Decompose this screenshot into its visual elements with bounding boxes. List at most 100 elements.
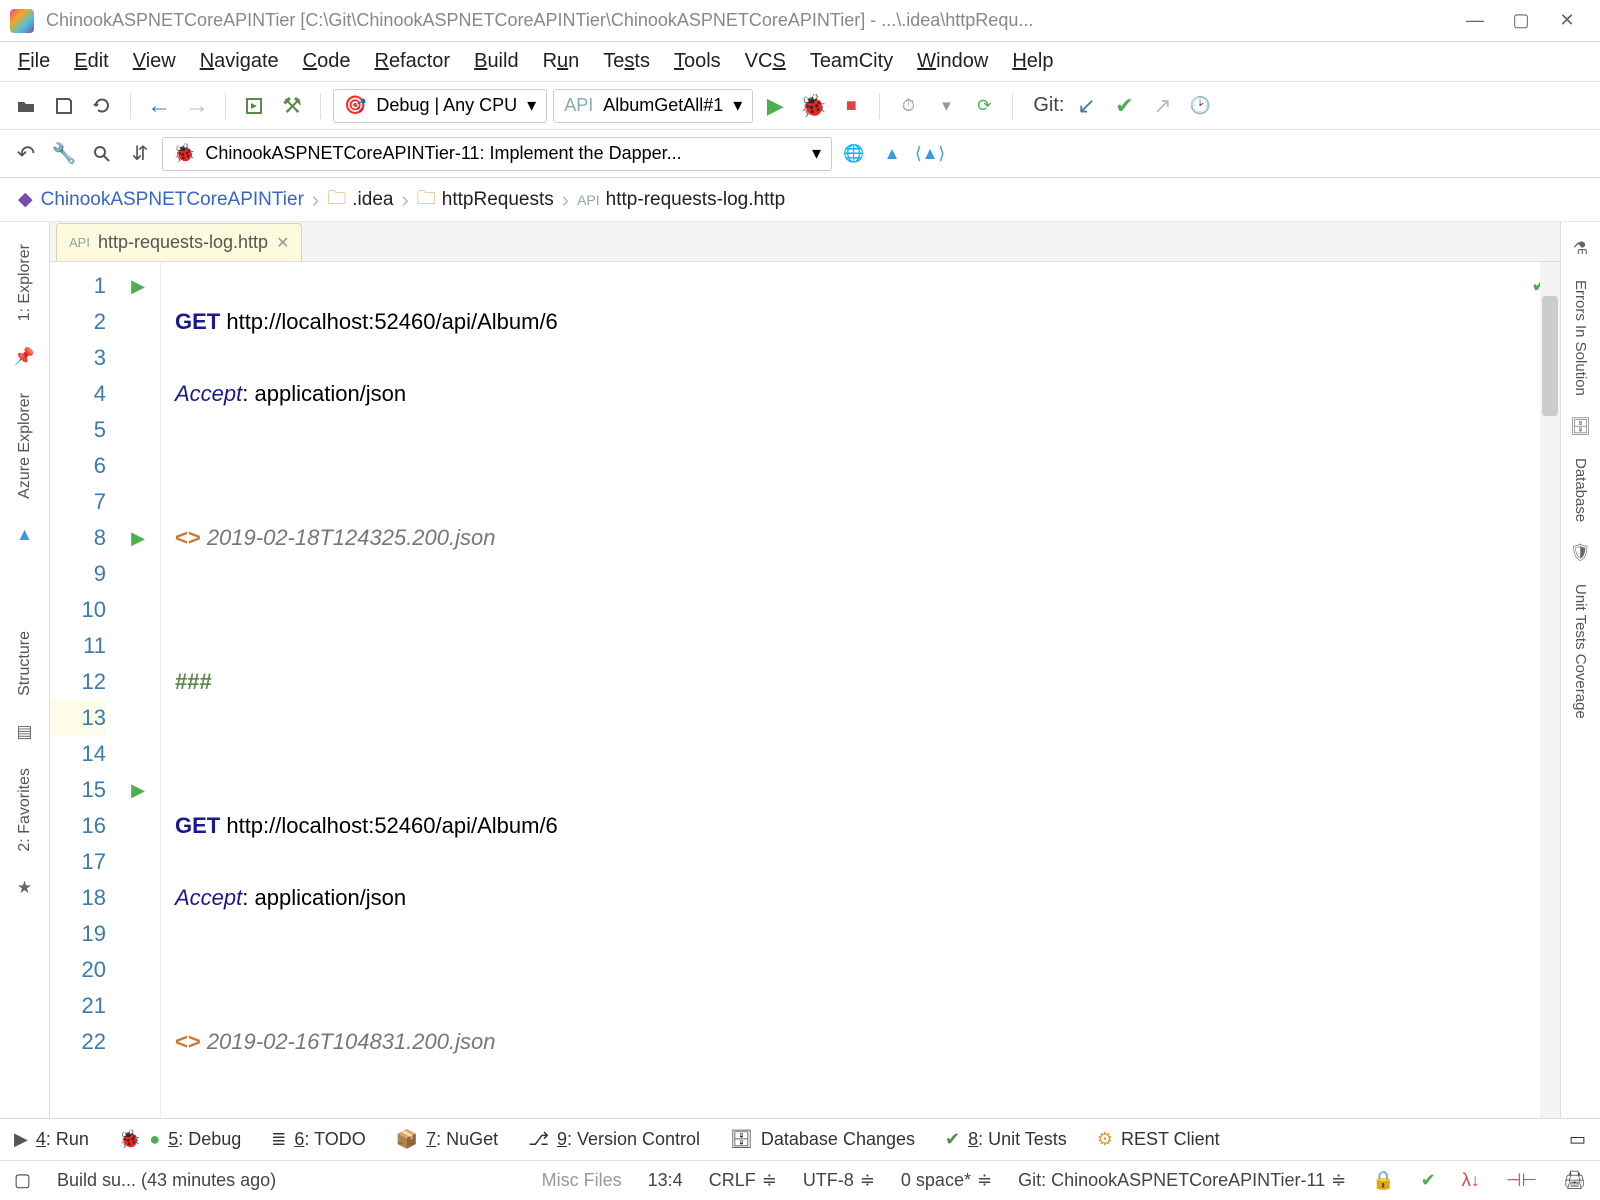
status-build[interactable]: Build su... (43 minutes ago): [57, 1170, 276, 1191]
forward-icon[interactable]: →: [181, 90, 213, 122]
file-tab[interactable]: API http-requests-log.http ✕: [56, 223, 302, 261]
azure-icon[interactable]: ▲: [11, 521, 39, 549]
tab-favorites[interactable]: 2: Favorites: [12, 754, 38, 866]
maximize-button[interactable]: ▢: [1498, 0, 1544, 42]
shield-icon[interactable]: 🛡: [1568, 540, 1594, 566]
status-line-sep[interactable]: CRLF ≑: [709, 1170, 777, 1191]
code-editor[interactable]: 12345678910111213141516171819202122 ▶ ▶ …: [50, 262, 1560, 1118]
menu-vcs[interactable]: VCS: [733, 44, 798, 79]
menu-teamcity[interactable]: TeamCity: [798, 44, 905, 79]
tool-debug[interactable]: 🐞●5: Debug: [119, 1129, 241, 1150]
tool-unit-tests[interactable]: ✔8: Unit Tests: [945, 1129, 1067, 1150]
stop-icon[interactable]: ■: [835, 90, 867, 122]
inspection-status-icon[interactable]: ✔: [1421, 1170, 1436, 1191]
structure-icon[interactable]: ▤: [11, 718, 39, 746]
refresh-icon[interactable]: [86, 90, 118, 122]
crumb-root[interactable]: ChinookASPNETCoreAPINTier: [41, 189, 304, 211]
menu-code[interactable]: Code: [291, 44, 363, 79]
tool-vcs[interactable]: ⎇9: Version Control: [528, 1129, 700, 1150]
tool-nuget[interactable]: 📦7: NuGet: [396, 1129, 498, 1150]
save-icon[interactable]: [48, 90, 80, 122]
switch-task-icon[interactable]: ⇵: [124, 138, 156, 170]
tab-azure-explorer[interactable]: Azure Explorer: [12, 379, 38, 513]
tab-structure[interactable]: Structure: [12, 617, 38, 710]
azure-icon[interactable]: ▲: [876, 138, 908, 170]
chevron-down-icon: ≑: [1331, 1170, 1346, 1191]
menu-tools[interactable]: Tools: [662, 44, 733, 79]
menu-tests[interactable]: Tests: [591, 44, 662, 79]
event-log-icon[interactable]: ▭: [1569, 1129, 1586, 1150]
chevron-down-icon: ≑: [977, 1170, 992, 1191]
tab-errors[interactable]: Errors In Solution: [1568, 268, 1593, 408]
folder-icon: 🗀: [327, 184, 346, 216]
git-push-icon[interactable]: ↗: [1146, 90, 1178, 122]
status-git-branch[interactable]: Git: ChinookASPNETCoreAPINTier-11 ≑: [1018, 1170, 1346, 1191]
menu-build[interactable]: Build: [462, 44, 530, 79]
status-position[interactable]: 13:4: [648, 1170, 683, 1191]
tool-db-changes[interactable]: 🗄Database Changes: [730, 1129, 915, 1150]
run-config-dropdown[interactable]: API AlbumGetAll#1 ▾: [553, 89, 753, 123]
notifications-icon[interactable]: 🖨: [1563, 1170, 1586, 1191]
task-dropdown[interactable]: 🐞 ChinookASPNETCoreAPINTier-11: Implemen…: [162, 137, 832, 171]
tab-explorer[interactable]: 1: Explorer: [12, 230, 38, 335]
chevron-down-icon: ≑: [860, 1170, 875, 1191]
scrollbar-thumb[interactable]: [1542, 296, 1558, 416]
run-request-icon[interactable]: ▶: [116, 268, 160, 304]
lock-icon[interactable]: 🔒: [1372, 1170, 1394, 1191]
menu-view[interactable]: View: [121, 44, 188, 79]
menu-run[interactable]: Run: [531, 44, 592, 79]
status-indent[interactable]: 0 space* ≑: [901, 1170, 992, 1191]
hammer-icon[interactable]: ⚒: [276, 90, 308, 122]
right-toolwindow-bar: ⚗ Errors In Solution 🗄 Database 🛡 Unit T…: [1560, 222, 1600, 1118]
database-icon[interactable]: 🗄: [1568, 414, 1594, 440]
close-button[interactable]: ✕: [1544, 0, 1590, 42]
build-config-dropdown[interactable]: 🎯 Debug | Any CPU ▾: [333, 89, 547, 123]
menu-refactor[interactable]: Refactor: [362, 44, 462, 79]
tool-rest-client[interactable]: ⚙REST Client: [1097, 1129, 1220, 1150]
profile-icon[interactable]: ⏱: [892, 90, 924, 122]
trim-icon[interactable]: ⊣⊢: [1506, 1170, 1537, 1191]
crumb-file[interactable]: APIhttp-requests-log.http: [577, 189, 785, 211]
git-pull-icon[interactable]: ↙: [1070, 90, 1102, 122]
crumb-httprequests[interactable]: 🗀httpRequests: [417, 184, 554, 216]
toolbar-tasks: ↶ 🔧 ⇵ 🐞 ChinookASPNETCoreAPINTier-11: Im…: [0, 130, 1600, 178]
crumb-idea[interactable]: 🗀.idea: [327, 184, 393, 216]
run-icon[interactable]: ▶: [759, 90, 791, 122]
undo-icon[interactable]: ↶: [10, 138, 42, 170]
code-body[interactable]: GET http://localhost:52460/api/Album/6 A…: [160, 262, 1560, 1118]
debug-icon[interactable]: 🐞: [797, 90, 829, 122]
build-solution-icon[interactable]: [238, 90, 270, 122]
back-icon[interactable]: ←: [143, 90, 175, 122]
tab-unit-coverage[interactable]: Unit Tests Coverage: [1568, 572, 1593, 731]
menu-navigate[interactable]: Navigate: [188, 44, 291, 79]
menu-edit[interactable]: Edit: [62, 44, 120, 79]
star-icon[interactable]: ★: [11, 874, 39, 902]
tab-database[interactable]: Database: [1568, 446, 1593, 534]
scrollbar-track[interactable]: [1540, 262, 1560, 1118]
status-encoding[interactable]: UTF-8 ≑: [803, 1170, 875, 1191]
memory-icon[interactable]: λ↓: [1462, 1170, 1480, 1191]
git-commit-icon[interactable]: ✔: [1108, 90, 1140, 122]
menu-file[interactable]: File: [6, 44, 62, 79]
editor-region: API http-requests-log.http ✕ 12345678910…: [50, 222, 1560, 1118]
tool-todo[interactable]: ≣6: TODO: [271, 1129, 365, 1150]
close-tab-icon[interactable]: ✕: [276, 233, 289, 253]
toggle-toolwindows-icon[interactable]: ▢: [14, 1170, 31, 1191]
run-request-icon[interactable]: ▶: [116, 772, 160, 808]
open-icon[interactable]: [10, 90, 42, 122]
run-request-icon[interactable]: ▶: [116, 520, 160, 556]
globe-icon[interactable]: 🌐: [838, 138, 870, 170]
search-icon[interactable]: [86, 138, 118, 170]
flask-icon[interactable]: ⚗: [1568, 236, 1594, 262]
menu-window[interactable]: Window: [905, 44, 1000, 79]
coverage-icon[interactable]: ⟳: [968, 90, 1000, 122]
profile-dropdown-icon[interactable]: ▾: [930, 90, 962, 122]
wrench-icon[interactable]: 🔧: [48, 138, 80, 170]
azure-code-icon[interactable]: ⟨▲⟩: [914, 138, 946, 170]
minimize-button[interactable]: —: [1452, 0, 1498, 42]
pin-icon[interactable]: 📌: [11, 343, 39, 371]
status-misc[interactable]: Misc Files: [542, 1170, 622, 1191]
menu-help[interactable]: Help: [1000, 44, 1065, 79]
tool-run[interactable]: ▶4: Run: [14, 1129, 89, 1150]
git-history-icon[interactable]: 🕑: [1184, 90, 1216, 122]
